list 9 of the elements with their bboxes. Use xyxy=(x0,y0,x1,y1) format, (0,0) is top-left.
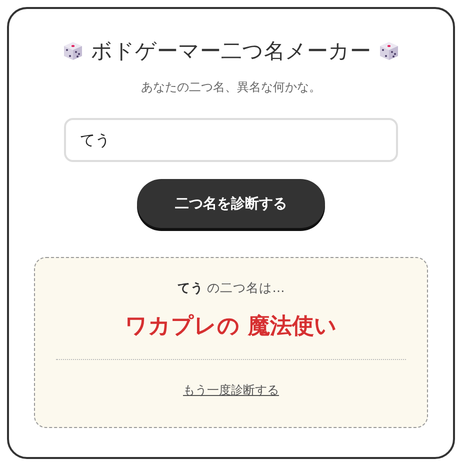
dice-icon xyxy=(379,41,399,61)
epithet-text: ワカプレの 魔法使い xyxy=(125,313,337,341)
retry-link[interactable]: もう一度診断する xyxy=(183,382,279,399)
subtitle: あなたの二つ名、異名な何かな。 xyxy=(141,79,321,96)
result-intro: てう の二つ名は… xyxy=(177,280,285,297)
diagnose-button[interactable]: 二つ名を診断する xyxy=(137,179,325,228)
app-title: ボドゲーマー二つ名メーカー xyxy=(91,38,371,65)
dice-icon xyxy=(63,41,83,61)
name-input-field[interactable]: てう xyxy=(64,118,398,162)
